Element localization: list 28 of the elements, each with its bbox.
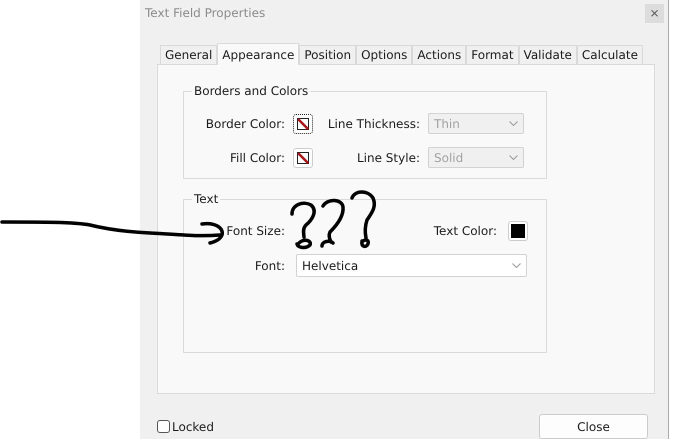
- field-label: Font Size:: [225, 224, 285, 238]
- caret-icon: [509, 121, 518, 126]
- tab[interactable]: Options: [356, 45, 412, 64]
- window-title: Text Field Properties: [145, 6, 266, 20]
- locked-checkbox[interactable]: Locked: [157, 420, 214, 434]
- caret-icon: [509, 155, 518, 160]
- no-color-icon: [297, 152, 309, 164]
- tab[interactable]: Actions: [412, 45, 466, 64]
- caret-icon: [512, 263, 521, 268]
- field-label: Fill Color:: [228, 150, 285, 164]
- tab[interactable]: Format: [466, 45, 519, 64]
- field-label: Line Style:: [356, 150, 420, 164]
- tab[interactable]: Validate: [518, 45, 577, 64]
- field-label: Line Thickness:: [326, 116, 420, 130]
- field-label: Border Color:: [204, 116, 285, 130]
- tab[interactable]: Appearance: [217, 43, 300, 65]
- group-title: Text: [192, 192, 220, 206]
- field-label: Text Color:: [432, 224, 497, 238]
- field-label: Font:: [254, 258, 285, 272]
- color-swatch[interactable]: [293, 114, 313, 134]
- close-button[interactable]: ×: [645, 4, 664, 22]
- tab[interactable]: Position: [299, 45, 356, 64]
- group-title: Borders and Colors: [192, 84, 310, 98]
- close-dialog-button[interactable]: Close: [539, 414, 648, 439]
- no-color-icon: [297, 118, 309, 130]
- dropdown[interactable]: Helvetica: [296, 254, 527, 277]
- tab[interactable]: General: [160, 45, 218, 64]
- tab[interactable]: Calculate: [576, 45, 643, 64]
